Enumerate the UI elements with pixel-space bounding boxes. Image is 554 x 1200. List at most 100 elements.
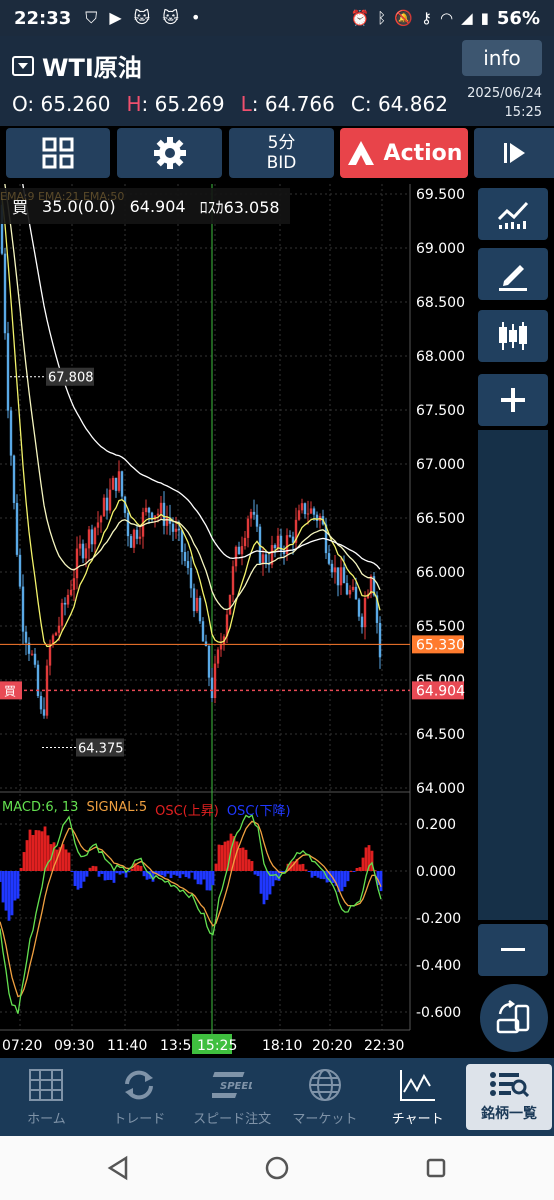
candle-body [327, 553, 331, 564]
candle-body [156, 513, 160, 516]
timestamp: 2025/06/24 15:25 [467, 84, 542, 122]
macd-legend-osc-up: OSC(上昇) [155, 804, 219, 819]
recents-icon[interactable] [426, 1158, 446, 1178]
candle-body [240, 546, 244, 555]
macd-osc-bar [265, 871, 269, 900]
speed-icon: SPEED [212, 1071, 252, 1098]
info-button[interactable]: info [462, 40, 542, 76]
price-axis-label: 67.000 [416, 457, 465, 473]
candle-body [330, 563, 334, 573]
candle-body [177, 528, 181, 531]
macd-axis-label: 0.000 [416, 864, 456, 880]
price-axis-label: 64.000 [416, 781, 465, 797]
chart-type-button[interactable] [478, 310, 548, 362]
macd-osc-bar [256, 871, 260, 877]
macd-osc-bar [1, 871, 5, 903]
macd-osc-bar [85, 871, 89, 877]
settings-button[interactable] [117, 128, 222, 178]
action-logo-icon [347, 141, 374, 165]
timeframe-button[interactable]: 5分 BID [229, 128, 334, 178]
macd-osc-bar [172, 871, 176, 875]
price-chart[interactable]: 67.808 64.375 69.500 69.000 68.500 68.000 67.… [0, 82, 476, 1058]
key-icon: ⚷ [421, 9, 432, 27]
macd-osc-bar [211, 871, 215, 886]
symbol-selector[interactable]: WTI原油 [12, 48, 142, 83]
nav-chart[interactable]: チャート [371, 1058, 464, 1136]
chart-area[interactable]: 67.808 64.375 69.500 69.000 68.500 68.000 67.… [0, 82, 554, 1058]
low-marker-label: 64.375 [78, 742, 124, 757]
zoom-out-button[interactable] [478, 924, 548, 976]
time-axis-label: 18:10 [262, 1038, 302, 1054]
ohlc-low: 64.766 [264, 92, 335, 116]
candle-body [111, 477, 115, 490]
nav-trade[interactable]: トレード [93, 1058, 186, 1136]
candle-body [63, 602, 67, 605]
macd-osc-bar [31, 835, 35, 871]
macd-osc-bar [199, 871, 203, 885]
nav-chart-label: チャート [391, 1111, 444, 1127]
nav-symbol-list[interactable]: 銘柄一覧 [466, 1064, 552, 1130]
grid-icon [42, 137, 74, 169]
macd-osc-bar [220, 845, 224, 871]
back-icon[interactable] [107, 1155, 128, 1181]
play-icon: ▶ [109, 8, 122, 27]
ohlc-key-open: O [12, 92, 28, 116]
rotate-screen-button[interactable] [480, 984, 548, 1052]
candle-body [264, 554, 268, 564]
candle-body [21, 586, 25, 632]
pen-icon [499, 265, 527, 291]
macd-osc-bar [91, 865, 95, 871]
macd-osc-bar [70, 871, 74, 873]
draw-button[interactable] [478, 248, 548, 300]
candle-body [75, 548, 79, 579]
candle-body [276, 535, 280, 549]
indicator-button[interactable] [478, 188, 548, 240]
candle-body [108, 489, 112, 511]
macd-osc-bar [28, 829, 32, 871]
candle-body [351, 586, 355, 591]
candle-body [255, 514, 259, 527]
candle-body [360, 616, 364, 628]
candle-body [237, 546, 241, 555]
play-forward-button[interactable] [474, 128, 554, 178]
globe-icon [308, 1068, 341, 1101]
candle-body [234, 546, 238, 567]
zoom-in-button[interactable] [478, 374, 548, 426]
macd-osc-bar [97, 871, 101, 877]
macd-osc-bar [40, 831, 44, 871]
candle-body [162, 502, 166, 526]
layout-grid-button[interactable] [6, 128, 110, 178]
home-icon[interactable] [265, 1156, 289, 1180]
candle-body [126, 512, 130, 537]
position-price-tag-text: 64.904 [416, 683, 465, 699]
macd-osc-bar [349, 870, 353, 872]
macd-osc-bar [184, 871, 188, 878]
macd-osc-bar [262, 871, 266, 905]
candle-body [198, 597, 202, 622]
symbol-name[interactable]: WTI原油 [42, 48, 142, 83]
ohlc-key-low: L [240, 92, 252, 116]
candle-body [309, 508, 313, 514]
dropdown-icon[interactable] [12, 55, 34, 76]
macd-osc-bar [25, 840, 29, 871]
candle-body [192, 588, 196, 612]
macd-axis-label: 0.200 [416, 817, 456, 833]
candle-body [246, 518, 250, 538]
nav-market[interactable]: マーケット [278, 1058, 371, 1136]
candle-body [201, 621, 205, 642]
nav-speed-order[interactable]: SPEED スピード注文 [186, 1058, 279, 1136]
ohlc-key-close: C [350, 92, 365, 116]
candle-body [24, 631, 28, 643]
candle-body [48, 644, 52, 666]
ohlc-key-high: H [126, 92, 142, 116]
macd-osc-bar [43, 826, 47, 871]
nav-home[interactable]: ホーム [0, 1058, 93, 1136]
macd-osc-bar [106, 871, 110, 881]
macd-osc-bar [316, 871, 320, 878]
candle-body [300, 503, 304, 511]
nav-home-label: ホーム [27, 1111, 66, 1127]
macd-osc-bar [4, 871, 8, 911]
candle-body [114, 477, 118, 491]
action-button[interactable]: Action [340, 128, 468, 178]
price-axis-label: 65.500 [416, 619, 465, 635]
